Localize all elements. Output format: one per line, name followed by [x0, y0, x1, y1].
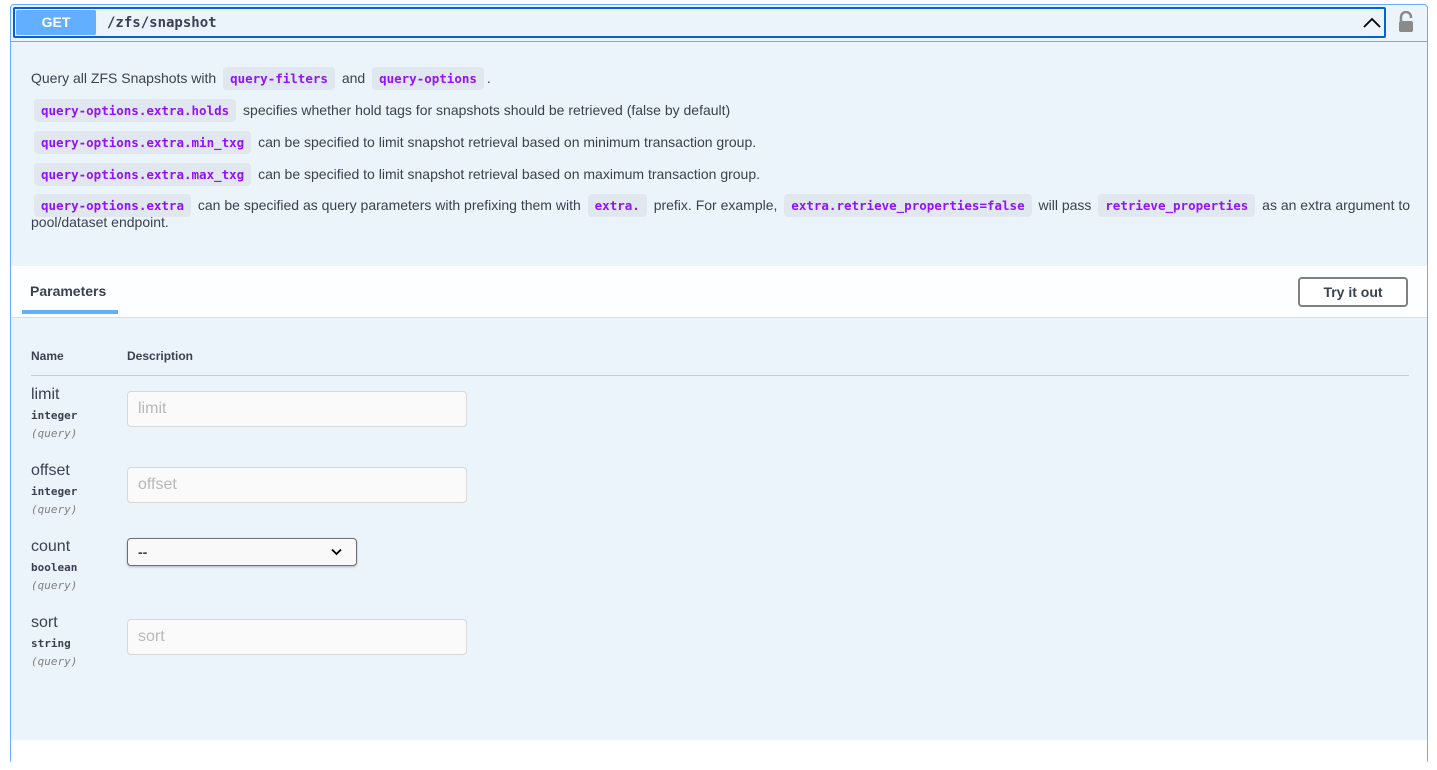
code-max-txg: query-options.extra.max_txg: [34, 163, 252, 186]
chevron-up-icon: [1363, 17, 1381, 28]
parameter-location: (query): [31, 579, 78, 592]
text: can be specified to limit snapshot retri…: [258, 166, 761, 182]
operation-description: Query all ZFS Snapshots with query-filte…: [31, 67, 1411, 243]
limit-input[interactable]: [127, 391, 467, 427]
operation-toggle-button[interactable]: GET /zfs/snapshot: [13, 7, 1386, 38]
text: can be specified to limit snapshot retri…: [258, 134, 757, 150]
parameter-offset: offset integer (query): [31, 462, 77, 516]
text: .: [486, 70, 491, 86]
description-line: query-options.extra.max_txg can be speci…: [31, 163, 1411, 186]
description-line: Query all ZFS Snapshots with query-filte…: [31, 67, 1411, 90]
parameter-name: offset: [31, 462, 70, 479]
divider: [31, 375, 1409, 376]
responses-section-edge: [11, 740, 1427, 770]
operation-summary: GET /zfs/snapshot: [11, 5, 1427, 42]
count-select[interactable]: --: [127, 538, 357, 566]
parameter-type: string: [31, 637, 71, 650]
unlocked-padlock-icon[interactable]: [1396, 11, 1416, 33]
column-header-description: Description: [127, 349, 194, 363]
try-it-out-button[interactable]: Try it out: [1298, 277, 1408, 307]
text: will pass: [1038, 197, 1092, 213]
parameter-type: integer: [31, 485, 78, 498]
parameter-type: boolean: [31, 561, 78, 574]
description-line: query-options.extra.holds specifies whet…: [31, 99, 1411, 122]
parameter-name: count: [31, 538, 71, 555]
code-example: extra.retrieve_properties=false: [784, 194, 1032, 217]
http-method-badge: GET: [16, 10, 96, 35]
column-header-name: Name: [31, 349, 64, 363]
parameters-header: Parameters Try it out: [11, 266, 1427, 318]
description-line: query-options.extra can be specified as …: [31, 194, 1411, 230]
text: can be specified as query parameters wit…: [197, 197, 581, 213]
parameter-location: (query): [31, 655, 78, 668]
chevron-down-icon: [331, 548, 342, 556]
selected-value: --: [138, 544, 148, 560]
code-query-options: query-options: [372, 67, 484, 90]
text: Query all ZFS Snapshots with: [31, 70, 217, 86]
parameter-name: limit: [31, 386, 60, 403]
parameter-name: sort: [31, 614, 58, 631]
description-line: query-options.extra.min_txg can be speci…: [31, 131, 1411, 154]
tab-parameters[interactable]: Parameters: [22, 283, 118, 314]
parameter-location: (query): [31, 503, 78, 516]
parameter-type: integer: [31, 409, 78, 422]
code-extra-prefix: extra.: [587, 194, 647, 217]
code-retrieve-properties: retrieve_properties: [1098, 194, 1256, 217]
code-holds: query-options.extra.holds: [34, 99, 237, 122]
text: prefix. For example,: [653, 197, 778, 213]
parameter-count: count boolean (query): [31, 538, 77, 592]
endpoint-path: /zfs/snapshot: [107, 15, 217, 31]
parameter-sort: sort string (query): [31, 614, 77, 668]
code-query-filters: query-filters: [223, 67, 335, 90]
code-min-txg: query-options.extra.min_txg: [34, 131, 252, 154]
sort-input[interactable]: [127, 619, 467, 655]
parameter-location: (query): [31, 427, 78, 440]
offset-input[interactable]: [127, 467, 467, 503]
operation-block: GET /zfs/snapshot Query all ZFS Snapshot…: [10, 4, 1428, 770]
text: and: [341, 70, 366, 86]
parameter-limit: limit integer (query): [31, 386, 77, 440]
text: specifies whether hold tags for snapshot…: [243, 102, 731, 118]
